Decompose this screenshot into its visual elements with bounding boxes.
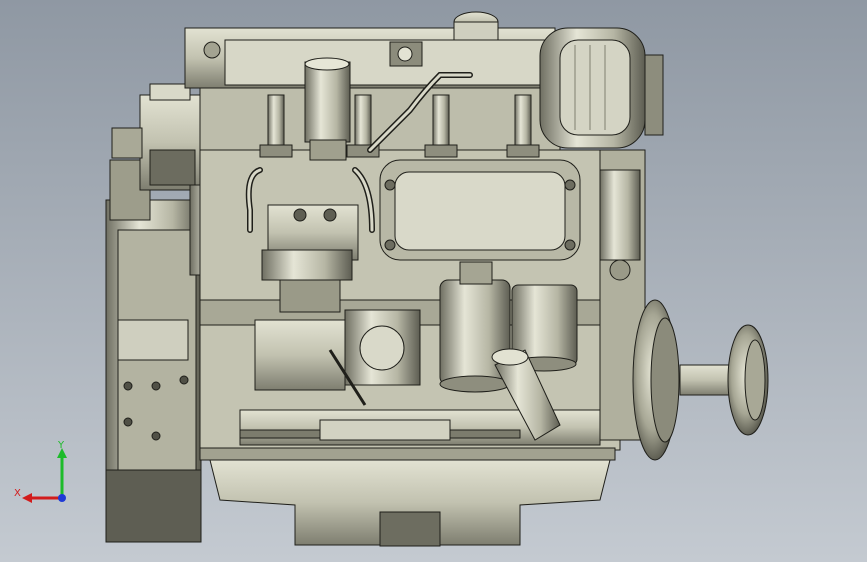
z-axis-dot bbox=[58, 494, 66, 502]
alternator[interactable] bbox=[539, 27, 664, 149]
y-axis-label: Y bbox=[57, 440, 65, 451]
x-axis-arrowhead bbox=[22, 493, 32, 503]
cylinder-head[interactable] bbox=[184, 11, 561, 151]
oil-cooler[interactable] bbox=[379, 159, 581, 261]
fuel-filter[interactable] bbox=[304, 57, 351, 161]
flywheel-housing[interactable] bbox=[105, 159, 202, 543]
orientation-triad: X Y bbox=[14, 440, 67, 503]
engine-model[interactable] bbox=[0, 0, 867, 562]
oil-pan[interactable] bbox=[199, 447, 616, 547]
3d-viewport[interactable]: X Y bbox=[0, 0, 867, 562]
x-axis-label: X bbox=[14, 488, 21, 499]
